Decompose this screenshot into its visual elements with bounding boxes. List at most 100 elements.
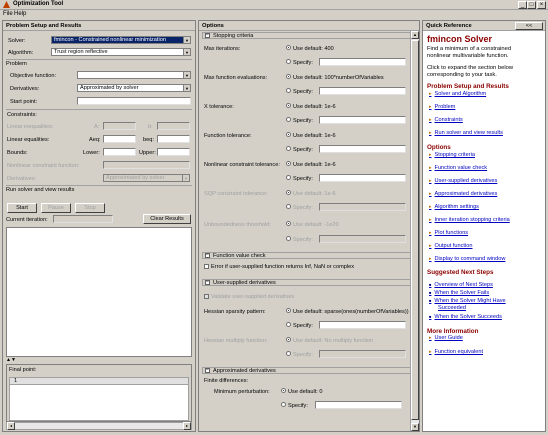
approximated-derivatives-section[interactable]: − Approximated derivatives	[202, 367, 412, 374]
matlab-icon	[3, 1, 10, 8]
lower-field[interactable]	[103, 148, 136, 156]
link-solver-fails[interactable]: When the Solver Fails	[429, 290, 489, 296]
stop-button[interactable]: Stop	[75, 203, 105, 213]
stopping-criteria-section[interactable]: − Stopping criteria	[202, 32, 412, 39]
link-approx[interactable]: Approximated derivatives	[429, 191, 498, 197]
splitter-arrows[interactable]: ▲▼	[6, 357, 16, 363]
nonlin-field[interactable]	[103, 161, 190, 169]
algorithm-dropdown[interactable]: Trust region reflective ▼	[51, 48, 191, 56]
link-solver-succeeds[interactable]: When the Solver Succeeds	[429, 314, 501, 320]
min-pert-specify-radio[interactable]: Specify:	[281, 402, 308, 409]
collapse-quick-reference-button[interactable]: <<	[515, 22, 543, 30]
link-run-solver[interactable]: Run solver and view results	[429, 130, 503, 136]
hmf-specify-radio[interactable]: Specify:	[286, 351, 313, 358]
scroll-left-button[interactable]: ◂	[7, 422, 15, 430]
sqp-default-radio[interactable]: Use default: 1e-6	[286, 190, 336, 197]
beq-field[interactable]	[157, 135, 190, 143]
fvc-checkbox[interactable]: Error if user-supplied function returns …	[204, 264, 354, 270]
sqp-field[interactable]	[319, 203, 406, 211]
divider	[6, 185, 192, 186]
menu-help[interactable]: Help	[14, 11, 26, 17]
link-fvc[interactable]: Function value check	[429, 165, 488, 171]
b-field[interactable]	[157, 122, 190, 130]
function-value-check-section[interactable]: − Function value check	[202, 252, 412, 259]
link-user-guide[interactable]: User Guide	[429, 335, 463, 341]
objective-field[interactable]: ▼	[77, 71, 191, 79]
radio-icon	[281, 388, 286, 394]
max-fev-specify-radio[interactable]: Specify:	[286, 88, 313, 95]
xtol-field[interactable]	[319, 116, 406, 124]
radio-icon	[281, 402, 286, 408]
close-button[interactable]: ×	[537, 1, 546, 9]
results-area[interactable]	[6, 227, 192, 357]
min-pert-field[interactable]	[315, 401, 402, 409]
radio-icon	[286, 146, 291, 152]
link-usd[interactable]: User-supplied derivatives	[429, 178, 498, 184]
link-function-equivalent[interactable]: Function equivalent	[429, 349, 484, 355]
ftol-default-radio[interactable]: Use default: 1e-6	[286, 132, 336, 139]
ftol-specify-radio[interactable]: Specify:	[286, 146, 313, 153]
maximize-button[interactable]: □	[527, 1, 536, 9]
nlctol-field[interactable]	[319, 174, 406, 182]
menu-file[interactable]: File	[3, 11, 13, 17]
options-scrollbar[interactable]: ▲ ▼	[410, 31, 419, 431]
xtol-default-radio[interactable]: Use default: 1e-6	[286, 103, 336, 110]
link-solver-algorithm[interactable]: Solver and Algorithm	[429, 91, 487, 97]
section-options: Options	[427, 144, 451, 151]
hsp-field[interactable]	[319, 321, 406, 329]
scroll-thumb[interactable]	[411, 40, 419, 420]
scroll-down-button[interactable]: ▼	[411, 423, 419, 431]
xtol-specify-radio[interactable]: Specify:	[286, 117, 313, 124]
link-algorithm-settings[interactable]: Algorithm settings	[429, 204, 479, 210]
link-solver-might[interactable]: When the Solver Might Have	[429, 298, 505, 304]
max-fev-field[interactable]	[319, 87, 406, 95]
link-succeeded[interactable]: Succeeded	[438, 305, 466, 311]
clear-results-button[interactable]: Clear Results	[143, 214, 191, 224]
link-problem[interactable]: Problem	[429, 104, 456, 110]
a-field[interactable]	[103, 122, 136, 130]
link-overview[interactable]: Overview of Next Steps	[429, 282, 492, 288]
link-output-function[interactable]: Output function	[429, 243, 473, 249]
unb-field[interactable]	[319, 235, 406, 243]
unb-specify-radio[interactable]: Specify:	[286, 236, 313, 243]
validate-checkbox[interactable]: Validate user-supplied derivatives	[204, 294, 294, 300]
radio-icon	[286, 337, 291, 343]
aeq-field[interactable]	[103, 135, 136, 143]
start-button[interactable]: Start	[7, 203, 37, 213]
hsp-default-radio[interactable]: Use default: sparse(ones(numberOfVariabl…	[286, 308, 409, 315]
final-point-table[interactable]: 1	[9, 377, 189, 421]
hsp-specify-radio[interactable]: Specify:	[286, 322, 313, 329]
link-inner-iteration[interactable]: Inner iteration stopping criteria	[429, 217, 510, 223]
start-point-field[interactable]	[77, 97, 191, 105]
beq-label: beq:	[143, 137, 154, 143]
link-display[interactable]: Display to command window	[429, 256, 506, 262]
max-iter-field[interactable]	[319, 58, 406, 66]
cderiv-dropdown[interactable]: Approximated by solver ▼	[103, 174, 190, 182]
min-pert-default-radio[interactable]: Use default: 0	[281, 388, 323, 395]
max-iter-default-radio[interactable]: Use default: 400	[286, 45, 334, 52]
max-fev-default-radio[interactable]: Use default: 100*numberOfVariables	[286, 74, 384, 81]
sqp-specify-radio[interactable]: Specify:	[286, 204, 313, 211]
user-supplied-derivatives-section[interactable]: − User-supplied derivatives	[202, 279, 412, 286]
scroll-right-button[interactable]: ▸	[183, 422, 191, 430]
ftol-field[interactable]	[319, 145, 406, 153]
derivatives-dropdown[interactable]: Approximated by solver ▼	[77, 84, 191, 92]
unb-default-radio[interactable]: Use default: -1e20	[286, 221, 339, 228]
window-title: Optimization Tool	[13, 1, 64, 7]
upper-field[interactable]	[157, 148, 190, 156]
horizontal-scrollbar[interactable]: ◂ ▸	[6, 422, 192, 430]
nlctol-specify-radio[interactable]: Specify:	[286, 175, 313, 182]
max-iter-specify-radio[interactable]: Specify:	[286, 59, 313, 66]
constraints-label: Constraints:	[7, 112, 37, 118]
pause-button[interactable]: Pause	[41, 203, 71, 213]
scroll-up-button[interactable]: ▲	[411, 31, 419, 39]
nlctol-default-radio[interactable]: Use default: 1e-6	[286, 161, 336, 168]
title-bar: Optimization Tool _ □ ×	[0, 0, 548, 10]
link-plot-functions[interactable]: Plot functions	[429, 230, 469, 236]
solver-dropdown[interactable]: fmincon - Constrained nonlinear minimiza…	[51, 36, 191, 44]
hmf-default-radio[interactable]: Use default: No multiply function	[286, 337, 373, 344]
minimize-button[interactable]: _	[518, 1, 527, 9]
hmf-field[interactable]	[319, 350, 406, 358]
link-stopping[interactable]: Stopping criteria	[429, 152, 475, 158]
link-constraints[interactable]: Constraints	[429, 117, 463, 123]
